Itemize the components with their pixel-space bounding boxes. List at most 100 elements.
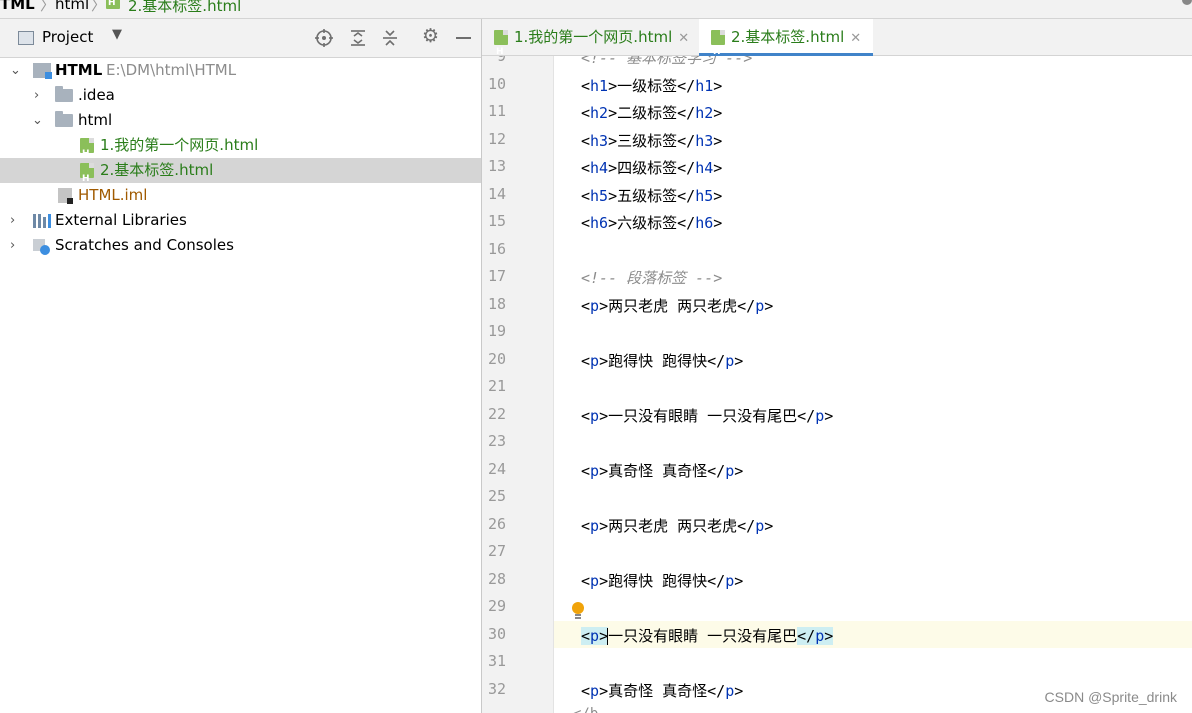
tree-item-html-module[interactable]: ⌄ HTML E:\DM\html\HTML <box>0 58 481 83</box>
line-number: 20 <box>487 349 506 368</box>
tree-item-external-libraries[interactable]: › External Libraries <box>0 208 481 233</box>
tag-bracket: </ <box>677 104 696 122</box>
chevron-right-icon[interactable]: › <box>34 83 39 108</box>
lightbulb-icon[interactable] <box>571 602 585 624</box>
code-editor[interactable]: <!-- 基本标签学习 --> <h1>一级标签</h1> <h2>二级标签</h2… <box>482 56 1192 713</box>
gear-icon[interactable]: ⚙ <box>422 25 439 47</box>
tag-bracket: < <box>581 131 591 150</box>
open-tag: <h1> <box>581 77 617 95</box>
gutter-divider <box>553 56 554 713</box>
tag-bracket: > <box>599 516 609 535</box>
tab-label: 1.我的第一个网页.html <box>514 28 673 46</box>
code-line[interactable]: <p>两只老虎 两只老虎</p> <box>581 515 773 536</box>
tag-bracket: < <box>581 681 591 700</box>
line-number: 31 <box>487 652 506 670</box>
expand-all-icon[interactable] <box>349 29 367 47</box>
line-number: 32 <box>487 679 506 698</box>
code-line[interactable]: <p>真奇怪 真奇怪</p> <box>581 680 743 701</box>
tag-bracket: > <box>599 406 609 425</box>
code-line[interactable]: <!-- 基本标签学习 --> <box>581 56 752 68</box>
project-panel-title[interactable]: Project <box>42 28 93 46</box>
tag-name: p <box>590 406 600 425</box>
tag-bracket: < <box>581 186 591 205</box>
code-line[interactable]: <p>一只没有眼睛 一只没有尾巴</p> <box>581 625 834 646</box>
tree-item-label: External Libraries <box>55 211 187 229</box>
tag-name: p <box>725 681 735 700</box>
tag-name: p <box>725 351 735 370</box>
tree-item-file-1[interactable]: 1.我的第一个网页.html <box>0 133 481 167</box>
element-text: 五级标签 <box>617 186 678 205</box>
tag-name: p <box>755 516 765 535</box>
code-line[interactable]: <p>跑得快 跑得快</p> <box>581 570 743 591</box>
code-line[interactable]: <h3>三级标签</h3> <box>581 130 722 151</box>
element-text: 跑得快 跑得快 <box>608 351 708 370</box>
tag-bracket: </ <box>677 186 696 205</box>
tag-bracket: </ <box>737 296 756 315</box>
tag-name: h1 <box>695 76 714 95</box>
tree-item-html-folder[interactable]: ⌄ html <box>0 108 481 133</box>
element-text: 二级标签 <box>617 104 678 122</box>
tag-bracket: > <box>713 76 723 95</box>
chevron-right-icon[interactable]: › <box>10 233 15 258</box>
code-line[interactable]: <p>真奇怪 真奇怪</p> <box>581 460 743 481</box>
chevron-right-icon[interactable]: › <box>10 208 15 233</box>
close-tag: </p> <box>707 682 743 700</box>
code-line[interactable]: <h4>四级标签</h4> <box>581 157 722 178</box>
tree-item-iml[interactable]: HTML.iml <box>0 183 481 208</box>
open-tag: <p> <box>581 517 608 535</box>
tag-name: h6 <box>590 214 609 232</box>
tag-bracket: </ <box>707 351 726 370</box>
line-number: 22 <box>487 404 506 423</box>
html-file-icon <box>711 30 725 70</box>
locate-icon[interactable] <box>315 29 333 47</box>
tag-bracket: > <box>608 214 618 232</box>
folder-icon <box>55 111 73 127</box>
tree-item-label: 2.基本标签.html <box>100 161 214 179</box>
tab-file-2[interactable]: 2.基本标签.html ✕ <box>699 19 873 70</box>
tag-name: h5 <box>590 186 609 205</box>
tag-bracket: < <box>581 461 591 480</box>
code-line[interactable]: <h2>二级标签</h2> <box>581 102 722 123</box>
tag-bracket: < <box>581 351 591 370</box>
code-line[interactable]: <!-- 段落标签 --> <box>581 267 722 288</box>
chevron-down-icon[interactable]: ⌄ <box>32 108 43 133</box>
tab-file-1[interactable]: 1.我的第一个网页.html ✕ <box>482 19 698 70</box>
tree-item-label: 1.我的第一个网页.html <box>100 136 259 154</box>
open-tag: <h4> <box>581 159 617 177</box>
tag-bracket: > <box>608 159 618 177</box>
iml-file-icon <box>58 188 73 204</box>
chevron-down-icon[interactable]: ▼ <box>112 27 122 42</box>
code-line[interactable]: <h5>五级标签</h5> <box>581 185 722 206</box>
tree-item-scratches[interactable]: › Scratches and Consoles <box>0 233 481 258</box>
chevron-down-icon[interactable]: ⌄ <box>10 58 21 83</box>
tag-name: p <box>590 516 600 535</box>
tree-item-label: .idea <box>78 86 115 104</box>
code-line[interactable]: <p>跑得快 跑得快</p> <box>581 350 743 371</box>
open-tag: <p> <box>581 626 609 645</box>
project-view-icon <box>18 31 34 45</box>
tree-item-label: HTML.iml <box>78 186 148 204</box>
code-line[interactable]: <p>两只老虎 两只老虎</p> <box>581 295 773 316</box>
code-line[interactable]: <h6>六级标签</h6> <box>581 212 722 233</box>
breadcrumb-folder[interactable]: html <box>55 0 89 13</box>
breadcrumb-project[interactable]: TML <box>0 0 35 13</box>
html-file-icon <box>80 138 94 167</box>
tree-item-idea[interactable]: › .idea <box>0 83 481 108</box>
close-tag: </p> <box>707 572 743 590</box>
close-tag: </p> <box>707 462 743 480</box>
tree-item-label: html <box>78 111 113 129</box>
close-tag: </h1> <box>677 77 722 95</box>
collapse-all-icon[interactable] <box>381 29 399 47</box>
tag-bracket: > <box>734 351 744 370</box>
close-icon[interactable]: ✕ <box>850 31 861 46</box>
breadcrumb-file[interactable]: 2.基本标签.html <box>128 0 241 16</box>
user-icon[interactable] <box>1182 0 1192 5</box>
minimize-icon[interactable] <box>456 37 471 39</box>
close-icon[interactable]: ✕ <box>678 31 689 46</box>
tree-item-file-2[interactable]: 2.基本标签.html <box>0 158 481 192</box>
code-line[interactable]: <p>一只没有眼睛 一只没有尾巴</p> <box>581 405 833 426</box>
tag-bracket: </ <box>737 516 756 535</box>
line-number: 16 <box>487 239 506 258</box>
code-line[interactable]: <h1>一级标签</h1> <box>581 75 722 96</box>
tag-name: h3 <box>590 131 609 150</box>
